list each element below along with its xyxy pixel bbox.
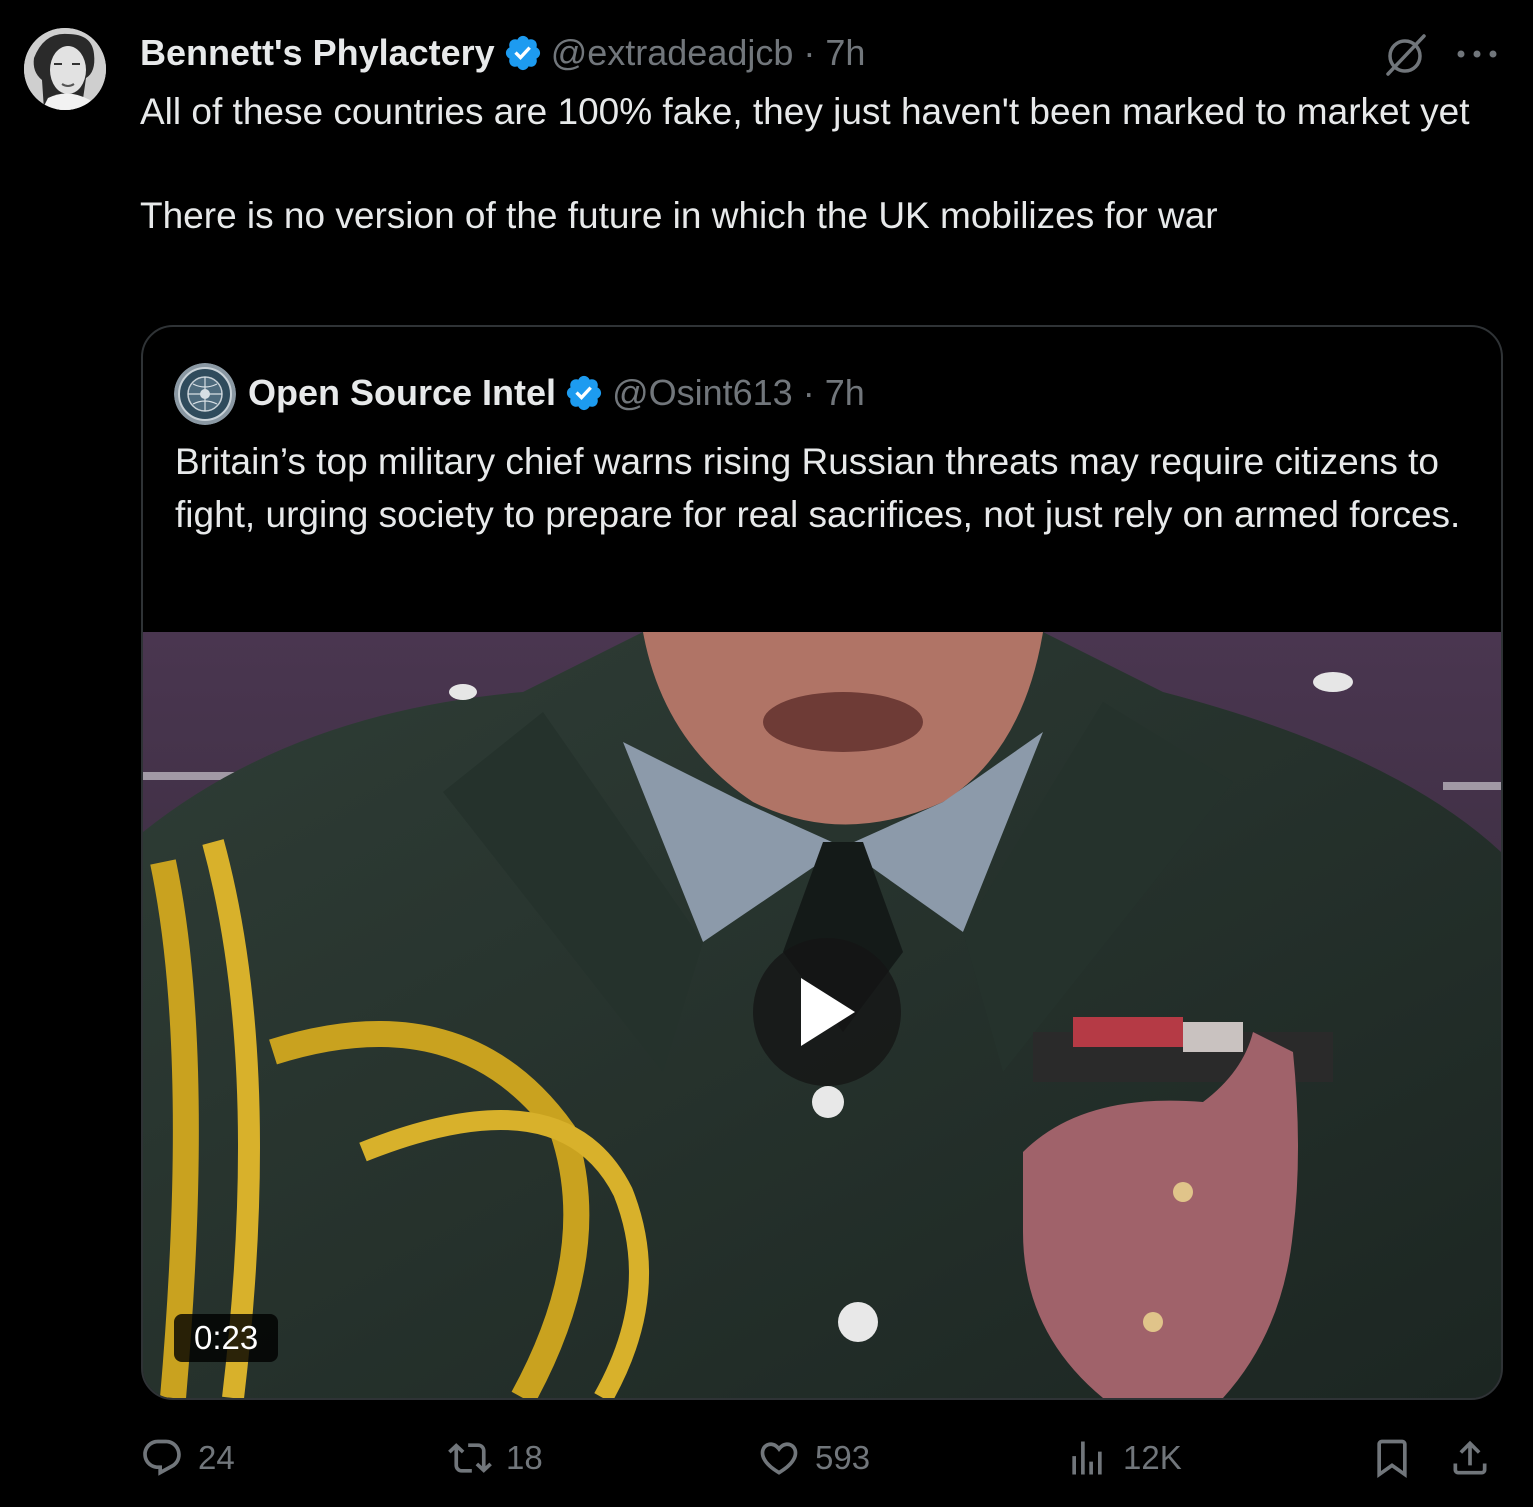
bookmark-icon <box>1377 1439 1407 1479</box>
reply-count: 24 <box>198 1439 235 1476</box>
portrait-avatar-icon <box>24 28 106 110</box>
play-button[interactable] <box>753 938 901 1086</box>
quoted-tweet-text: Britain’s top military chief warns risin… <box>175 441 1461 535</box>
share-button[interactable] <box>1448 1428 1492 1488</box>
globe-emblem-avatar-icon <box>174 363 236 425</box>
video-duration-badge: 0:23 <box>174 1314 279 1362</box>
play-icon <box>801 978 855 1046</box>
retweet-count: 18 <box>506 1439 543 1476</box>
verified-badge-icon[interactable] <box>503 33 543 73</box>
tweet-action-bar: 24 18 593 12K <box>140 1428 1500 1488</box>
quoted-tweet-header: Open Source Intel @Osint613 · 7h <box>248 367 865 419</box>
tweet-header: Bennett's Phylactery @extradeadjcb · 7h <box>140 28 865 78</box>
grok-icon[interactable] <box>1380 30 1430 78</box>
views-chart-icon <box>1072 1441 1102 1475</box>
quoted-author-avatar[interactable] <box>174 363 236 425</box>
like-count: 593 <box>815 1439 871 1476</box>
share-icon <box>1453 1440 1487 1475</box>
reply-icon <box>143 1439 181 1476</box>
reply-button[interactable]: 24 <box>140 1428 235 1488</box>
author-display-name[interactable]: Bennett's Phylactery <box>140 32 495 74</box>
author-avatar[interactable] <box>24 28 106 110</box>
views-count: 12K <box>1123 1439 1182 1476</box>
quoted-tweet-timestamp[interactable]: 7h <box>825 372 865 414</box>
tweet-text: All of these countries are 100% fake, th… <box>140 91 1470 236</box>
more-icon[interactable] <box>1455 46 1499 62</box>
quoted-tweet-card[interactable]: Open Source Intel @Osint613 · 7h Britain… <box>141 325 1503 1400</box>
like-button[interactable]: 593 <box>757 1428 870 1488</box>
retweet-button[interactable]: 18 <box>448 1428 543 1488</box>
bookmark-button[interactable] <box>1370 1428 1414 1488</box>
quoted-author-display-name[interactable]: Open Source Intel <box>248 372 556 414</box>
views-button[interactable]: 12K <box>1065 1428 1182 1488</box>
retweet-icon <box>448 1443 492 1473</box>
heart-icon <box>760 1442 798 1475</box>
quoted-author-handle[interactable]: @Osint613 <box>612 372 793 414</box>
video-player[interactable]: 0:23 <box>143 632 1501 1398</box>
separator-dot: · <box>802 372 815 413</box>
author-handle[interactable]: @extradeadjcb <box>551 32 794 74</box>
verified-badge-icon[interactable] <box>564 373 604 413</box>
tweet-timestamp[interactable]: 7h <box>825 32 865 74</box>
separator-dot: · <box>803 32 816 73</box>
